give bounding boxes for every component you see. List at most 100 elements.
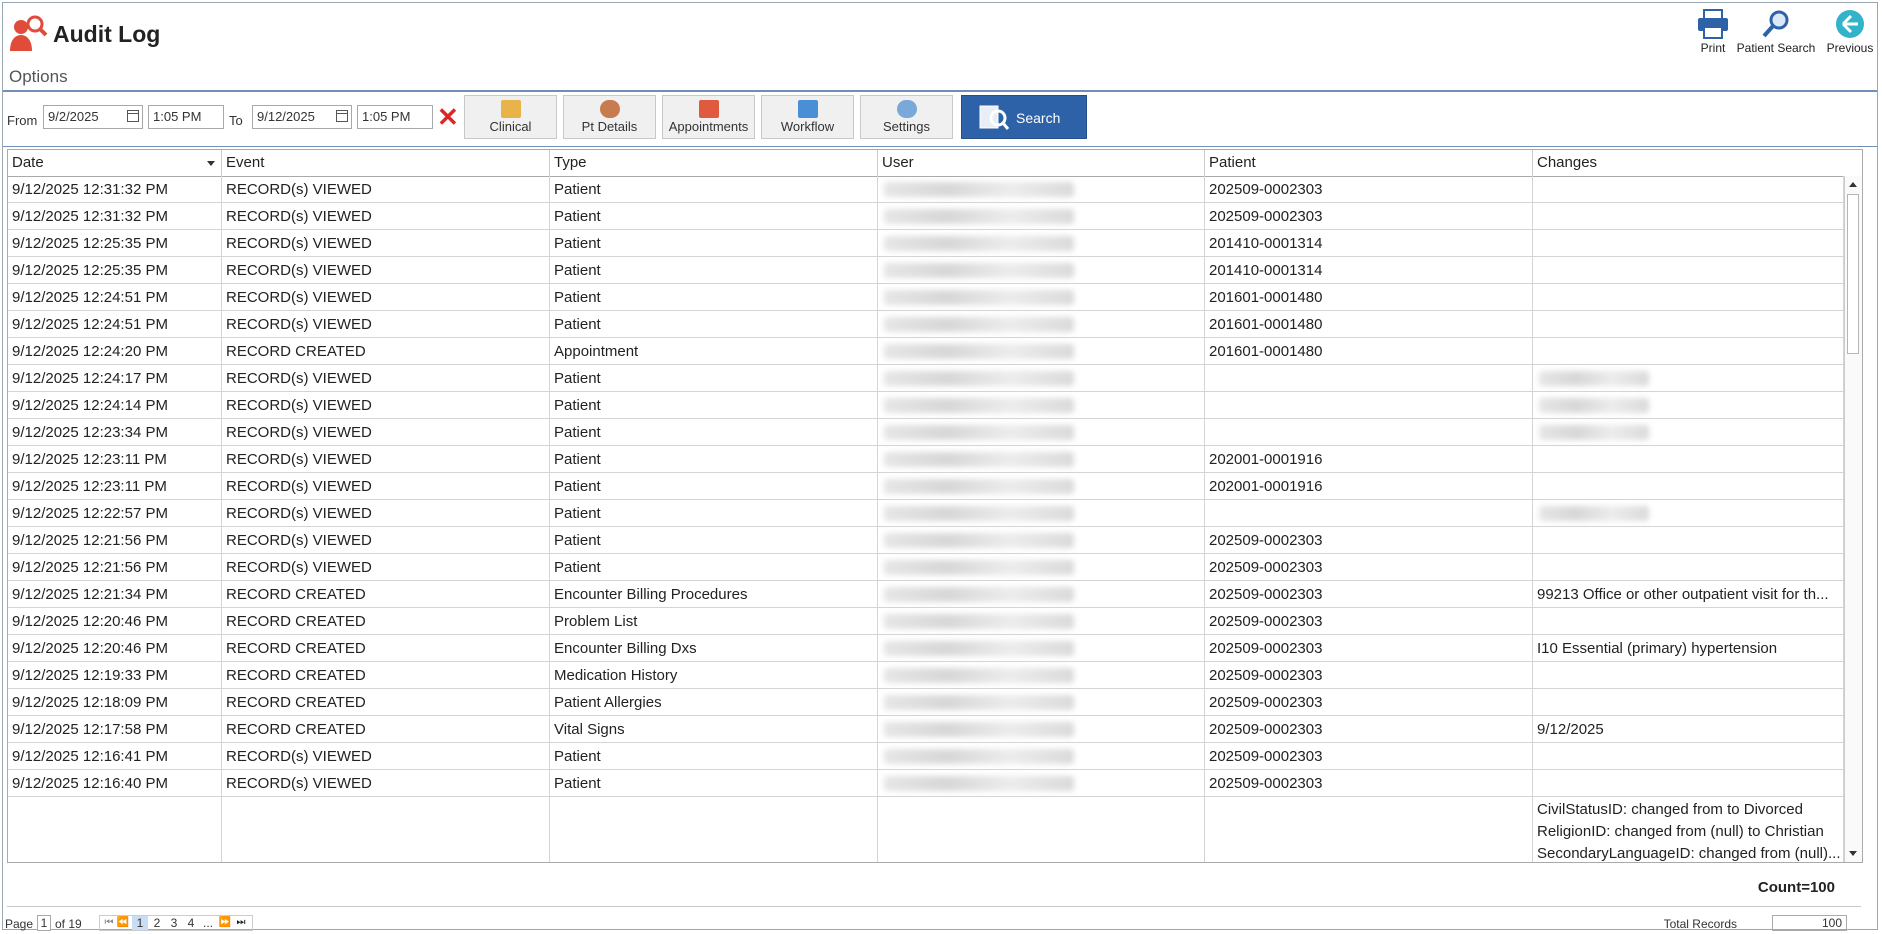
table-row[interactable]: 9/12/2025 12:23:34 PM RECORD(s) VIEWED Pat… — [8, 419, 1844, 446]
cell-changes — [1533, 662, 1844, 689]
column-header-date[interactable]: Date — [8, 150, 222, 176]
redacted-user — [884, 398, 1074, 413]
cell-changes — [1533, 446, 1844, 473]
table-row[interactable]: 9/12/2025 12:21:34 PM RECORD CREATED Encou… — [8, 581, 1844, 608]
calendar-icon[interactable] — [127, 110, 139, 122]
table-row[interactable]: 9/12/2025 12:31:32 PM RECORD(s) VIEWED Pat… — [8, 176, 1844, 203]
page-link-more[interactable]: ... — [200, 916, 216, 930]
redacted-changes — [1539, 371, 1649, 386]
column-header-user[interactable]: User — [878, 150, 1205, 176]
redacted-user — [884, 776, 1074, 791]
sort-descending-icon[interactable] — [207, 161, 215, 166]
column-header-changes[interactable]: Changes — [1533, 150, 1862, 176]
page-link[interactable]: 1 — [132, 916, 148, 930]
audit-grid: Date Event Type User Patient Changes 9/1… — [7, 149, 1863, 863]
cell-type: Patient — [550, 419, 878, 446]
from-time-input[interactable]: 1:05 PM — [148, 105, 224, 129]
cell-user — [878, 284, 1205, 311]
table-row[interactable]: 9/12/2025 12:24:51 PM RECORD(s) VIEWED Pat… — [8, 311, 1844, 338]
appointments-button[interactable]: Appointments — [662, 95, 755, 139]
table-row[interactable]: 9/12/2025 12:25:35 PM RECORD(s) VIEWED Pat… — [8, 230, 1844, 257]
patient-search-button[interactable]: Patient Search — [1736, 9, 1816, 55]
table-row[interactable]: 9/12/2025 12:23:11 PM RECORD(s) VIEWED Pat… — [8, 473, 1844, 500]
workflow-button[interactable]: Workflow — [761, 95, 854, 139]
scroll-thumb[interactable] — [1847, 194, 1859, 354]
cell-event: RECORD(s) VIEWED — [222, 365, 550, 392]
cell-changes — [1533, 608, 1844, 635]
cell-user — [878, 230, 1205, 257]
cell-event: RECORD CREATED — [222, 689, 550, 716]
table-row[interactable]: 9/12/2025 12:24:17 PM RECORD(s) VIEWED Pat… — [8, 365, 1844, 392]
page-link[interactable]: 4 — [183, 916, 199, 930]
table-row[interactable]: 9/12/2025 12:16:41 PM RECORD(s) VIEWED Pat… — [8, 743, 1844, 770]
redacted-user — [884, 209, 1074, 224]
total-records-value: 100 — [1821, 916, 1842, 930]
cell-patient: 201601-0001480 — [1205, 311, 1533, 338]
settings-button[interactable]: Settings — [860, 95, 953, 139]
redacted-user — [884, 425, 1074, 440]
grid-header: Date Event Type User Patient Changes — [8, 150, 1862, 177]
clinical-button[interactable]: Clinical — [464, 95, 557, 139]
column-header-type[interactable]: Type — [550, 150, 878, 176]
from-date-input[interactable]: 9/2/2025 — [43, 105, 143, 129]
cell-event: RECORD CREATED — [222, 716, 550, 743]
redacted-user — [884, 317, 1074, 332]
scroll-up-icon[interactable] — [1849, 182, 1857, 187]
cell-patient: 202509-0002303 — [1205, 608, 1533, 635]
pt-details-button[interactable]: Pt Details — [563, 95, 656, 139]
grid-body: 9/12/2025 12:31:32 PM RECORD(s) VIEWED Pat… — [8, 176, 1844, 862]
table-row[interactable]: 9/12/2025 12:23:11 PM RECORD(s) VIEWED Pat… — [8, 446, 1844, 473]
cell-type: Patient — [550, 365, 878, 392]
cell-type: Patient — [550, 527, 878, 554]
cell-changes — [1533, 527, 1844, 554]
table-row[interactable]: 9/12/2025 12:20:46 PM RECORD CREATED Probl… — [8, 608, 1844, 635]
table-row[interactable]: 9/12/2025 12:21:56 PM RECORD(s) VIEWED Pat… — [8, 554, 1844, 581]
column-header-patient[interactable]: Patient — [1205, 150, 1533, 176]
table-row[interactable]: 9/12/2025 12:31:32 PM RECORD(s) VIEWED Pat… — [8, 203, 1844, 230]
prev-page-icon[interactable]: ⏪ — [116, 916, 130, 930]
first-page-icon[interactable]: ⏮ — [102, 916, 116, 930]
previous-button[interactable]: Previous — [1825, 9, 1875, 55]
print-button[interactable]: Print — [1693, 9, 1733, 55]
total-records-input[interactable]: 100 — [1772, 915, 1847, 931]
page-link[interactable]: 3 — [166, 916, 182, 930]
cell-type: Patient — [550, 257, 878, 284]
to-date-input[interactable]: 9/12/2025 — [252, 105, 352, 129]
table-row[interactable]: 9/12/2025 12:22:57 PM RECORD(s) VIEWED Pat… — [8, 500, 1844, 527]
table-row[interactable]: CivilStatusID: changed from to Divorced R… — [8, 797, 1844, 862]
last-page-icon[interactable]: ⏭ — [234, 916, 248, 930]
table-row[interactable]: 9/12/2025 12:24:14 PM RECORD(s) VIEWED Pat… — [8, 392, 1844, 419]
cell-patient: 201410-0001314 — [1205, 230, 1533, 257]
search-button[interactable]: Search — [961, 95, 1087, 139]
cell-event: RECORD CREATED — [222, 581, 550, 608]
table-row[interactable]: 9/12/2025 12:19:33 PM RECORD CREATED Medic… — [8, 662, 1844, 689]
cell-type — [550, 797, 878, 862]
redacted-user — [884, 371, 1074, 386]
vertical-scrollbar[interactable] — [1844, 176, 1862, 862]
column-header-event[interactable]: Event — [222, 150, 550, 176]
change-line: ReligionID: changed from (null) to Chris… — [1537, 823, 1824, 840]
cell-date: 9/12/2025 12:17:58 PM — [8, 716, 222, 743]
table-row[interactable]: 9/12/2025 12:16:40 PM RECORD(s) VIEWED Pat… — [8, 770, 1844, 797]
scroll-down-icon[interactable] — [1849, 851, 1857, 856]
cell-patient — [1205, 365, 1533, 392]
next-page-icon[interactable]: ⏩ — [218, 916, 232, 930]
cell-event: RECORD(s) VIEWED — [222, 311, 550, 338]
table-row[interactable]: 9/12/2025 12:17:58 PM RECORD CREATED Vital… — [8, 716, 1844, 743]
calendar-icon[interactable] — [336, 110, 348, 122]
page-input[interactable]: 1 — [37, 915, 51, 931]
table-row[interactable]: 9/12/2025 12:21:56 PM RECORD(s) VIEWED Pat… — [8, 527, 1844, 554]
table-row[interactable]: 9/12/2025 12:18:09 PM RECORD CREATED Patie… — [8, 689, 1844, 716]
pt-details-label: Pt Details — [581, 119, 638, 134]
clear-filter-icon[interactable]: ✕ — [437, 104, 459, 130]
page-link[interactable]: 2 — [149, 916, 165, 930]
to-time-input[interactable]: 1:05 PM — [357, 105, 433, 129]
cell-patient — [1205, 797, 1533, 862]
options-label[interactable]: Options — [9, 67, 68, 87]
table-row[interactable]: 9/12/2025 12:24:51 PM RECORD(s) VIEWED Pat… — [8, 284, 1844, 311]
search-label: Search — [1016, 110, 1061, 126]
table-row[interactable]: 9/12/2025 12:20:46 PM RECORD CREATED Encou… — [8, 635, 1844, 662]
table-row[interactable]: 9/12/2025 12:24:20 PM RECORD CREATED Appoi… — [8, 338, 1844, 365]
table-row[interactable]: 9/12/2025 12:25:35 PM RECORD(s) VIEWED Pat… — [8, 257, 1844, 284]
cell-patient: 201601-0001480 — [1205, 284, 1533, 311]
